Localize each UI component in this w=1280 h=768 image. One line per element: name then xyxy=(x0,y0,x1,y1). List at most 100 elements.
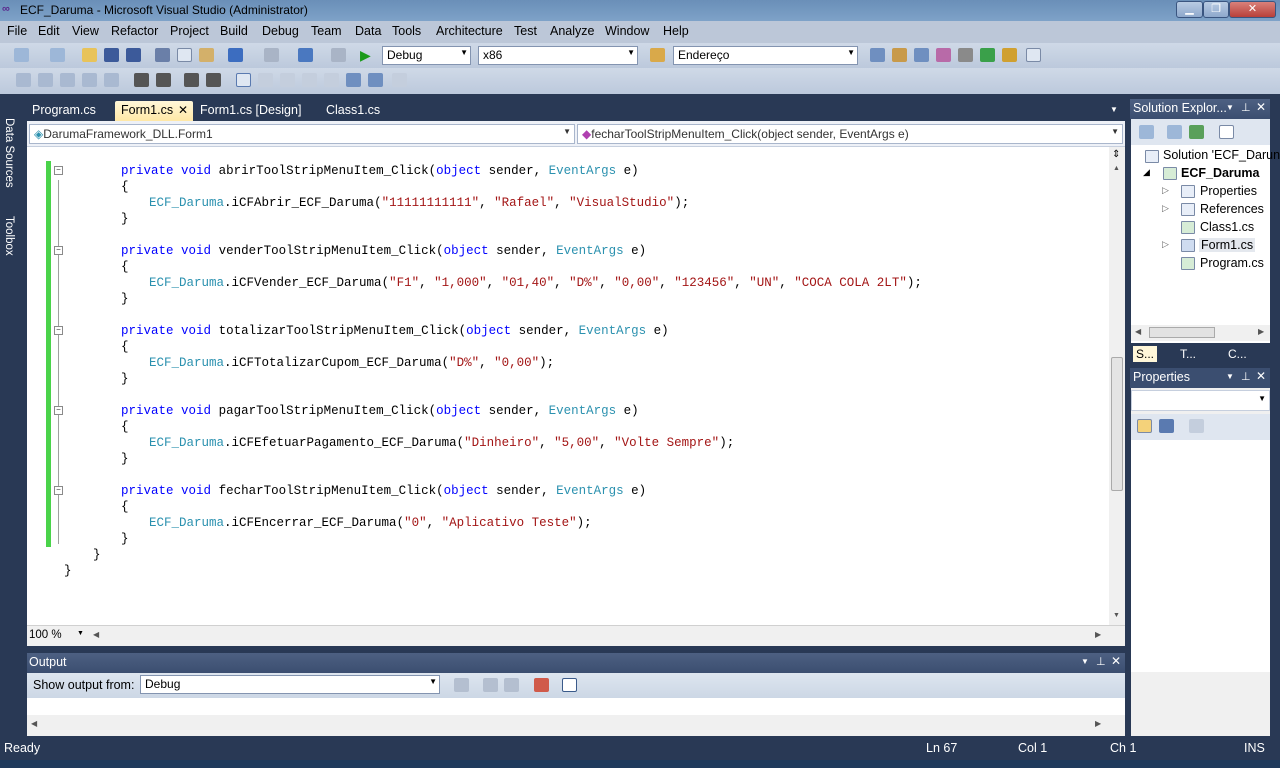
scroll-left-icon[interactable]: ◀ xyxy=(93,630,99,639)
word-completion-icon[interactable] xyxy=(82,73,97,87)
menu-edit[interactable]: Edit xyxy=(38,24,60,38)
tab-class-view[interactable]: C... xyxy=(1228,347,1247,361)
collapse-toggle[interactable]: − xyxy=(54,326,63,335)
panel-menu-icon[interactable]: ▼ xyxy=(1226,103,1234,112)
prev-bookmark-doc-icon[interactable] xyxy=(346,73,361,87)
tree-item-references[interactable]: References xyxy=(1200,202,1264,216)
view-code-icon[interactable] xyxy=(1219,125,1234,139)
scroll-right-icon[interactable]: ▶ xyxy=(1095,630,1101,639)
next-bookmark-doc-icon[interactable] xyxy=(368,73,383,87)
project-node[interactable]: ECF_Daruma xyxy=(1181,166,1260,180)
prev-bookmark-folder-icon[interactable] xyxy=(302,73,317,87)
decrease-indent-icon[interactable] xyxy=(134,73,149,87)
menu-build[interactable]: Build xyxy=(220,24,248,38)
collapsed-arrow-icon[interactable]: ▷ xyxy=(1162,185,1169,196)
display-list-icon[interactable] xyxy=(104,73,119,87)
members-icon[interactable] xyxy=(16,73,31,87)
toolbox-tab[interactable]: Toolbox xyxy=(3,216,15,256)
minimize-button[interactable]: ▁ xyxy=(1176,1,1203,18)
menu-help[interactable]: Help xyxy=(663,24,689,38)
property-grid[interactable] xyxy=(1131,440,1270,672)
extension-manager-icon[interactable] xyxy=(1002,48,1017,62)
scroll-thumb[interactable] xyxy=(1111,357,1123,491)
vertical-scrollbar[interactable]: ⇕ ▲ ▼ xyxy=(1109,147,1125,625)
collapse-toggle[interactable]: − xyxy=(54,246,63,255)
go-next-message-icon[interactable] xyxy=(504,678,519,692)
clear-bookmarks-icon[interactable] xyxy=(392,73,407,87)
show-all-files-icon[interactable] xyxy=(1167,125,1182,139)
solution-explorer-icon[interactable] xyxy=(870,48,885,62)
collapse-toggle[interactable]: − xyxy=(54,486,63,495)
paste-icon[interactable] xyxy=(199,48,214,62)
next-bookmark-icon[interactable] xyxy=(280,73,295,87)
menu-refactor[interactable]: Refactor xyxy=(111,24,158,38)
refresh-icon[interactable] xyxy=(1189,125,1204,139)
menu-debug[interactable]: Debug xyxy=(262,24,299,38)
code-area[interactable]: − private void abrirToolStripMenuItem_Cl… xyxy=(27,147,1109,625)
quick-info-icon[interactable] xyxy=(60,73,75,87)
collapsed-arrow-icon[interactable]: ▷ xyxy=(1162,239,1169,250)
go-prev-message-icon[interactable] xyxy=(483,678,498,692)
clear-all-icon[interactable] xyxy=(534,678,549,692)
tools-icon[interactable] xyxy=(958,48,973,62)
menu-data[interactable]: Data xyxy=(355,24,381,38)
save-icon[interactable] xyxy=(104,48,119,62)
menu-window[interactable]: Window xyxy=(605,24,649,38)
increase-indent-icon[interactable] xyxy=(156,73,171,87)
pin-icon[interactable]: ⊥ xyxy=(1096,655,1106,668)
parameter-info-icon[interactable] xyxy=(38,73,53,87)
menu-view[interactable]: View xyxy=(72,24,99,38)
scroll-right-icon[interactable]: ▶ xyxy=(1258,327,1264,336)
tree-item-form1[interactable]: Form1.cs xyxy=(1199,238,1256,252)
tab-class1-cs[interactable]: Class1.cs xyxy=(320,101,386,121)
menu-test[interactable]: Test xyxy=(514,24,537,38)
open-file-icon[interactable] xyxy=(82,48,97,62)
toolbox-icon[interactable] xyxy=(936,48,951,62)
data-sources-tab[interactable]: Data Sources xyxy=(3,118,15,188)
zoom-select[interactable]: 100 % ▼ xyxy=(29,629,87,645)
prev-bookmark-icon[interactable] xyxy=(258,73,273,87)
menu-architecture[interactable]: Architecture xyxy=(436,24,503,38)
bookmark-icon[interactable] xyxy=(236,73,251,87)
add-item-icon[interactable] xyxy=(50,48,65,62)
output-hscrollbar[interactable]: ◀ ▶ xyxy=(27,715,1125,736)
find-message-icon[interactable] xyxy=(454,678,469,692)
word-wrap-icon[interactable] xyxy=(562,678,577,692)
command-window-icon[interactable] xyxy=(1026,48,1041,62)
categorized-icon[interactable] xyxy=(1137,419,1152,433)
cut-icon[interactable] xyxy=(155,48,170,62)
panel-menu-icon[interactable]: ▼ xyxy=(1081,657,1089,666)
copy-icon[interactable] xyxy=(177,48,192,62)
collapse-toggle[interactable]: − xyxy=(54,406,63,415)
menu-file[interactable]: File xyxy=(7,24,27,38)
object-browser-icon[interactable] xyxy=(914,48,929,62)
undo-icon[interactable] xyxy=(228,48,243,62)
tree-hscrollbar[interactable]: ◀ ▶ xyxy=(1131,325,1270,341)
start-debugging-icon[interactable]: ▶ xyxy=(360,48,375,62)
platform-select[interactable]: x86 ▼ xyxy=(478,46,638,65)
panel-menu-icon[interactable]: ▼ xyxy=(1226,372,1234,381)
output-content[interactable]: ◀ ▶ xyxy=(27,698,1125,736)
properties-icon[interactable] xyxy=(892,48,907,62)
find-combo[interactable]: Endereço ▼ xyxy=(673,46,858,65)
close-panel-icon[interactable]: ✕ xyxy=(1256,369,1266,383)
expand-arrow-icon[interactable]: ◢ xyxy=(1143,167,1150,178)
save-all-icon[interactable] xyxy=(126,48,141,62)
tab-program-cs[interactable]: Program.cs xyxy=(26,101,102,121)
comment-icon[interactable] xyxy=(184,73,199,87)
properties-icon[interactable] xyxy=(1139,125,1154,139)
close-panel-icon[interactable]: ✕ xyxy=(1256,100,1266,114)
menu-tools[interactable]: Tools xyxy=(392,24,421,38)
scroll-left-icon[interactable]: ◀ xyxy=(31,719,37,728)
navigate-forward-icon[interactable] xyxy=(331,48,346,62)
find-in-files-icon[interactable] xyxy=(650,48,665,62)
output-source-select[interactable]: Debug ▼ xyxy=(140,675,440,694)
redo-icon[interactable] xyxy=(264,48,279,62)
class-select[interactable]: ◈DarumaFramework_DLL.Form1 ▼ xyxy=(29,124,575,144)
configuration-select[interactable]: Debug ▼ xyxy=(382,46,471,65)
tab-form1-design[interactable]: Form1.cs [Design] xyxy=(194,101,307,121)
collapse-toggle[interactable]: − xyxy=(54,166,63,175)
scroll-right-icon[interactable]: ▶ xyxy=(1095,719,1101,728)
split-icon[interactable]: ⇕ xyxy=(1112,149,1120,160)
member-select[interactable]: ◆fecharToolStripMenuItem_Click(object se… xyxy=(577,124,1123,144)
